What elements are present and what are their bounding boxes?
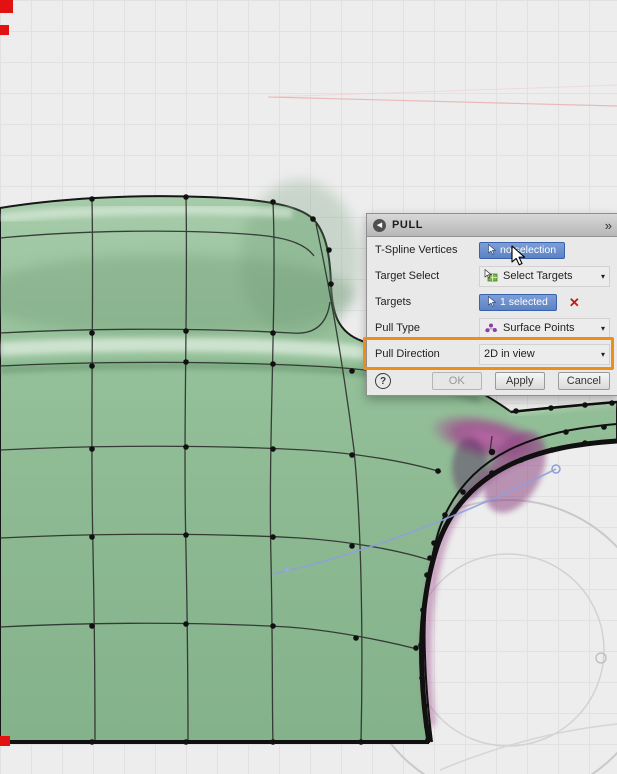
selected-vertex[interactable] — [488, 448, 496, 456]
tspline-vertices-value: no selection — [500, 243, 557, 256]
row-target-select: Target Select Select Targets ▾ — [367, 263, 617, 289]
wheel-circle-inner — [411, 553, 605, 747]
row-pull-type: Pull Type Surface Points ▾ — [367, 315, 617, 341]
targets-label: Targets — [375, 296, 412, 308]
chevron-down-icon[interactable]: ▾ — [601, 350, 605, 359]
row-targets: Targets 1 selected ✕ — [367, 289, 617, 315]
dialog-title: PULL — [392, 219, 424, 231]
row-tspline-vertices: T-Spline Vertices no selection — [367, 237, 617, 263]
chevron-down-icon[interactable]: ▾ — [601, 272, 605, 281]
pull-dialog-titlebar[interactable]: ◀ PULL » — [367, 214, 617, 237]
row-pull-direction: Pull Direction 2D in view ▾ — [367, 341, 617, 367]
select-cursor-icon — [488, 296, 496, 307]
spline-midpoint — [284, 567, 290, 573]
target-select-label: Target Select — [375, 270, 440, 282]
expand-icon[interactable]: » — [605, 219, 612, 232]
select-cursor-icon — [488, 244, 496, 255]
red-marker-upper — [0, 25, 9, 35]
red-marker-bottom — [0, 736, 10, 746]
viewport[interactable]: ◀ PULL » T-Spline Vertices no selection … — [0, 0, 617, 774]
cancel-button[interactable]: Cancel — [557, 372, 610, 390]
pull-direction-label: Pull Direction — [375, 348, 440, 360]
pull-type-label: Pull Type — [375, 322, 421, 334]
help-icon[interactable]: ? — [375, 373, 391, 389]
hub-point — [595, 652, 607, 664]
red-marker-top — [0, 0, 13, 13]
apply-button[interactable]: Apply — [494, 372, 545, 390]
targets-value: 1 selected — [500, 295, 548, 308]
pull-type-dropdown[interactable]: Surface Points ▾ — [479, 317, 610, 339]
ok-button[interactable]: OK — [431, 372, 482, 390]
target-select-dropdown[interactable]: Select Targets ▾ — [479, 265, 610, 287]
tspline-vertices-label: T-Spline Vertices — [375, 244, 458, 256]
surface-points-icon — [484, 323, 498, 333]
pull-dialog: ◀ PULL » T-Spline Vertices no selection … — [366, 213, 617, 396]
pull-direction-value: 2D in view — [484, 348, 535, 360]
pull-direction-dropdown[interactable]: 2D in view ▾ — [479, 343, 610, 365]
chevron-down-icon[interactable]: ▾ — [601, 324, 605, 333]
target-select-value: Select Targets — [503, 270, 573, 282]
clear-targets-button[interactable]: ✕ — [569, 296, 580, 309]
targets-selection-button[interactable]: 1 selected — [479, 293, 557, 311]
tspline-vertices-selection-button[interactable]: no selection — [479, 241, 566, 259]
collapse-icon[interactable]: ◀ — [373, 218, 386, 232]
dialog-footer: ? OK Apply Cancel — [367, 367, 617, 395]
pull-type-value: Surface Points — [503, 322, 575, 334]
select-targets-icon — [484, 269, 498, 282]
